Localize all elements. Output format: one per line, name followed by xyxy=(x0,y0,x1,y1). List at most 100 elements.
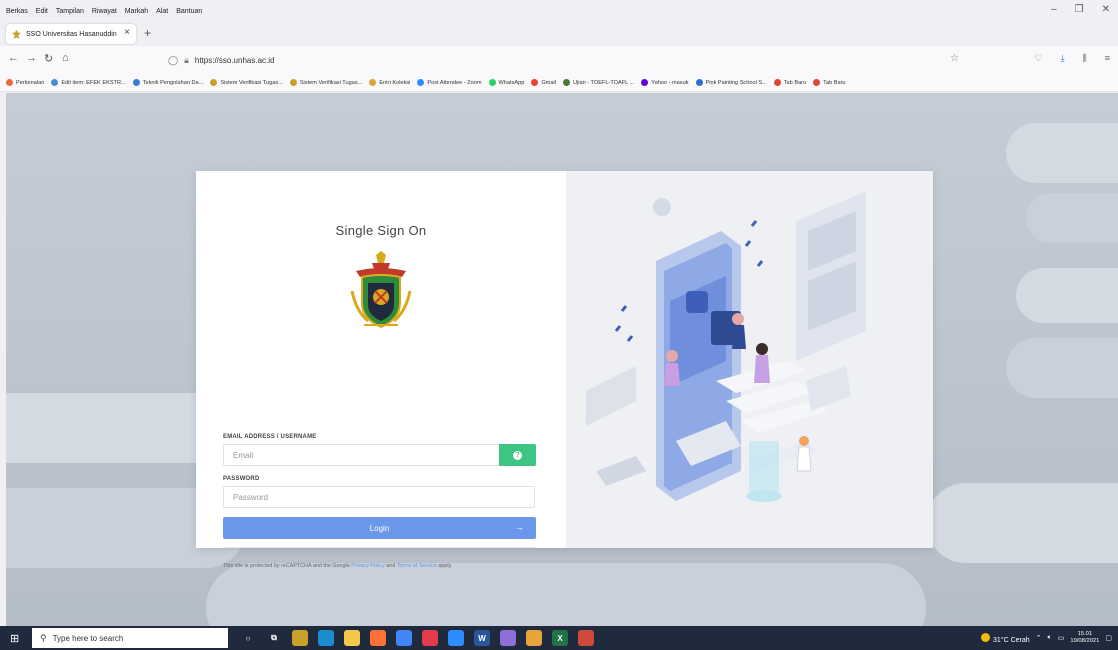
notification-icon[interactable]: ▢ xyxy=(1105,634,1112,642)
shield-icon[interactable]: ◯ xyxy=(168,55,178,66)
bg-shape xyxy=(926,483,1118,563)
menu-bar: Berkas Edit Tampilan Riwayat Markah Alat… xyxy=(0,0,1118,22)
acrobat-icon[interactable] xyxy=(578,630,594,646)
menu-markah[interactable]: Markah xyxy=(125,8,148,15)
cortana-icon[interactable]: ○ xyxy=(240,630,256,646)
forward-icon[interactable]: → xyxy=(26,52,37,64)
bookmark-item[interactable]: Entri Koleksi xyxy=(369,79,410,86)
new-tab-icon[interactable]: + xyxy=(144,26,151,40)
edge-icon[interactable] xyxy=(318,630,334,646)
windows-start-icon[interactable]: ⊞ xyxy=(10,632,19,645)
bookmark-favicon-icon xyxy=(813,79,821,86)
arrow-right-icon: → xyxy=(515,522,524,532)
word-icon[interactable]: W xyxy=(474,630,490,646)
back-icon[interactable]: ← xyxy=(8,52,19,64)
bookmark-item[interactable]: Perkenalan xyxy=(6,79,44,86)
bookmark-favicon-icon xyxy=(417,79,425,86)
email-field[interactable]: Email xyxy=(223,444,500,466)
bookmark-item[interactable]: Sistem Verifikasi Tugas... xyxy=(289,79,362,86)
bookmark-item[interactable]: Tab Baru xyxy=(813,79,846,86)
menu-riwayat[interactable]: Riwayat xyxy=(92,8,117,15)
bookmark-item[interactable]: Teknik Pengolahan Da... xyxy=(132,79,203,86)
download-icon[interactable]: ⤓ xyxy=(1061,53,1065,64)
password-field[interactable]: Password xyxy=(223,486,535,508)
sun-icon xyxy=(981,632,990,642)
zoom-icon[interactable] xyxy=(448,630,464,646)
chevron-up-icon[interactable]: ⌃ xyxy=(1036,634,1042,642)
restore-icon[interactable]: ❐ xyxy=(1075,4,1084,15)
bookmark-favicon-icon xyxy=(6,79,13,86)
home-icon[interactable]: ⌂ xyxy=(62,52,69,64)
bg-shape xyxy=(1006,338,1118,398)
bookmark-item[interactable]: Post Attendee - Zoom xyxy=(417,79,482,86)
menu-bantuan[interactable]: Bantuan xyxy=(176,8,202,15)
bookmark-item[interactable]: Ujian - TOEFL-TOAFL ... xyxy=(562,79,634,86)
isometric-illustration xyxy=(586,191,866,502)
login-button-label: Login xyxy=(369,523,390,533)
help-button[interactable]: ? xyxy=(499,444,536,466)
bookmark-item[interactable]: Gmail xyxy=(531,79,556,86)
clock-time: 15.01 xyxy=(1077,631,1093,637)
bookmark-favicon-icon xyxy=(132,79,140,86)
bookmark-favicon-icon xyxy=(51,79,59,86)
bookmark-label: Perkenalan xyxy=(16,79,45,86)
reload-icon[interactable]: ↻ xyxy=(44,52,53,65)
weather-widget[interactable]: 31°C Cerah xyxy=(981,632,1030,644)
url-text[interactable]: https://sso.unhas.ac.id xyxy=(195,56,275,65)
bg-shape xyxy=(1026,193,1118,243)
unhas-app-icon[interactable] xyxy=(292,630,308,646)
taskbar-apps: ○ ⧉ W X xyxy=(240,630,594,646)
lock-icon[interactable]: 🔒︎ xyxy=(184,55,189,66)
paint-icon[interactable] xyxy=(500,630,516,646)
bookmark-item[interactable]: Pink Painting School S... xyxy=(695,79,767,86)
login-button[interactable]: Login → xyxy=(223,517,536,539)
bookmark-item[interactable]: Yahoo - masuk xyxy=(641,79,689,86)
menu-tampilan[interactable]: Tampilan xyxy=(56,8,84,15)
volume-icon[interactable]: 🔈︎ xyxy=(1048,634,1052,642)
file-explorer-icon[interactable] xyxy=(344,630,360,646)
taskbar: ⊞ ⚲ Type here to search ○ ⧉ W X 31°C Cer… xyxy=(0,626,1118,650)
library-icon[interactable]: ⫼ xyxy=(1083,53,1087,64)
taskbar-search-placeholder: Type here to search xyxy=(52,633,124,643)
menu-alat[interactable]: Alat xyxy=(156,8,168,15)
close-window-icon[interactable]: ✕ xyxy=(1102,4,1110,15)
tab-close-icon[interactable]: × xyxy=(124,27,130,38)
bookmark-item[interactable]: WhatsApp xyxy=(488,79,524,86)
menu-icon[interactable]: ≡ xyxy=(1105,53,1110,64)
task-view-icon[interactable]: ⧉ xyxy=(266,630,282,646)
tab-sso[interactable]: SSO Universitas Hasanuddin × xyxy=(6,24,136,44)
network-icon[interactable]: ▭ xyxy=(1058,634,1065,642)
menu-edit[interactable]: Edit xyxy=(36,8,48,15)
chrome-icon[interactable] xyxy=(396,630,412,646)
clock-date: 19/08/2021 xyxy=(1070,638,1100,644)
terms-of-service-link[interactable]: Terms of Service xyxy=(397,563,437,569)
system-tray: 31°C Cerah ⌃ 🔈︎ ▭ 15.01 19/08/2021 ▢ xyxy=(981,626,1112,650)
unhas-favicon-icon xyxy=(12,29,21,39)
privacy-policy-link[interactable]: Privacy Policy xyxy=(351,563,385,569)
bookmark-star-icon[interactable]: ☆ xyxy=(950,53,959,64)
bookmark-favicon-icon xyxy=(531,79,539,86)
pocket-icon[interactable]: ♡ xyxy=(1035,53,1043,64)
taskbar-search[interactable]: ⚲ Type here to search xyxy=(32,628,228,648)
email-label: EMAIL ADDRESS / USERNAME xyxy=(223,434,317,440)
address-bar[interactable]: ◯ 🔒︎ https://sso.unhas.ac.id xyxy=(168,50,968,70)
app-icon[interactable] xyxy=(526,630,542,646)
bookmark-label: Tab Baru xyxy=(783,79,807,86)
bookmark-item[interactable]: Sistem Verifikasi Tugas... xyxy=(210,79,283,86)
bookmark-item[interactable]: Edit item: EFEK EKSTR... xyxy=(51,79,126,86)
bookmark-favicon-icon xyxy=(488,79,496,86)
clock[interactable]: 15.01 19/08/2021 xyxy=(1070,631,1099,645)
bookmark-item[interactable]: Tab Baru xyxy=(773,79,807,86)
minimize-icon[interactable]: – xyxy=(1051,4,1057,15)
window-controls: – ❐ ✕ xyxy=(1051,4,1110,15)
unhas-logo xyxy=(350,251,412,329)
app-icon[interactable] xyxy=(422,630,438,646)
excel-icon[interactable]: X xyxy=(552,630,568,646)
bookmark-favicon-icon xyxy=(369,79,377,86)
bg-shape xyxy=(1006,123,1118,183)
search-icon: ⚲ xyxy=(40,632,47,643)
firefox-icon[interactable] xyxy=(370,630,386,646)
bookmark-favicon-icon xyxy=(289,79,297,86)
tab-strip: SSO Universitas Hasanuddin × + xyxy=(0,22,1118,46)
menu-berkas[interactable]: Berkas xyxy=(6,8,28,15)
